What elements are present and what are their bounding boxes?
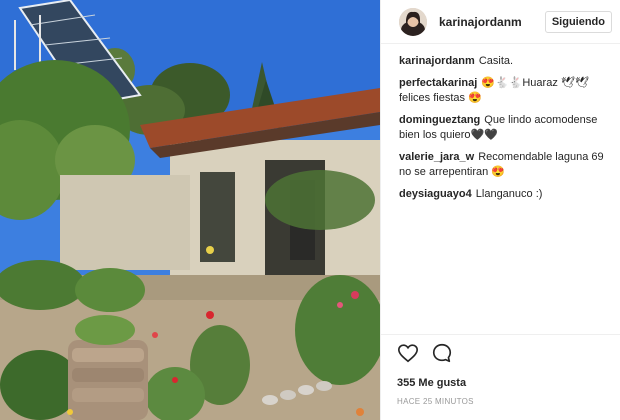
following-button[interactable]: Siguiendo — [544, 10, 612, 33]
comment-text: Llanganuco :) — [475, 188, 543, 200]
comment-username[interactable]: valerie_jara_w — [399, 151, 474, 163]
caption: karinajordanm Casita. — [399, 54, 608, 69]
comment-item: domingueztang Que lindo acomodense bien l… — [399, 113, 608, 143]
instagram-post: karinajordanm Siguiendo karinajordanm Cas… — [0, 0, 620, 420]
post-actions: 355 Me gusta HACE 25 MINUTOS — [381, 334, 620, 406]
comments-list: karinajordanm Casita. perfectakarinaj 😍🐇🐇H… — [381, 44, 620, 202]
comment-item: valerie_jara_w Recomendable laguna 69 no … — [399, 150, 608, 180]
action-icons — [397, 343, 604, 367]
comment-icon-svg — [432, 343, 452, 362]
likes-count[interactable]: 355 Me gusta — [397, 377, 604, 389]
comment-username[interactable]: perfectakarinaj — [399, 77, 477, 89]
avatar[interactable] — [399, 7, 427, 36]
avatar-image — [399, 7, 427, 36]
comment-item: perfectakarinaj 😍🐇🐇Huaraz 🕊🕊 felices fies… — [399, 76, 608, 106]
house-garden-photo — [0, 0, 380, 420]
comment-item: deysiaguayo4 Llanganuco :) — [399, 187, 608, 202]
caption-username[interactable]: karinajordanm — [399, 55, 475, 67]
post-sidebar: karinajordanm Siguiendo karinajordanm Cas… — [380, 0, 620, 420]
comment-username[interactable]: domingueztang — [399, 114, 480, 126]
post-header: karinajordanm Siguiendo — [381, 0, 620, 44]
post-photo[interactable] — [0, 0, 380, 420]
comment-icon[interactable] — [431, 342, 453, 369]
caption-text: Casita. — [478, 55, 514, 67]
post-timestamp: HACE 25 MINUTOS — [397, 397, 474, 406]
comment-username[interactable]: deysiaguayo4 — [399, 188, 472, 200]
heart-icon-svg — [398, 343, 418, 362]
author-username[interactable]: karinajordanm — [439, 15, 522, 29]
heart-icon[interactable] — [397, 342, 419, 369]
